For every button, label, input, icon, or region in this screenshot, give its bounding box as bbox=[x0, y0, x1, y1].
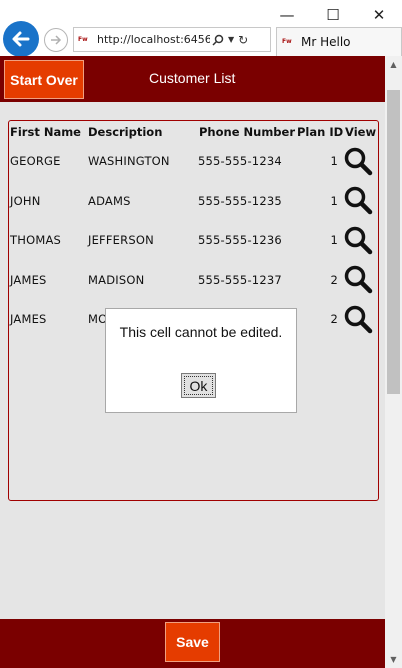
start-over-button[interactable]: Start Over bbox=[4, 60, 84, 99]
app-footer: Save bbox=[0, 619, 385, 668]
column-header-description: Description bbox=[88, 125, 163, 139]
cell-phone[interactable]: 555-555-1236 bbox=[198, 233, 282, 247]
cell-plan-id[interactable]: 2 bbox=[318, 273, 338, 287]
forward-button[interactable] bbox=[44, 28, 68, 52]
ok-button[interactable]: Ok bbox=[181, 373, 216, 398]
scroll-up-icon[interactable]: ▲ bbox=[385, 56, 402, 73]
scroll-down-icon[interactable]: ▼ bbox=[385, 651, 402, 668]
dropdown-icon[interactable]: ▼ bbox=[228, 35, 234, 44]
dialog-message: This cell cannot be edited. bbox=[119, 324, 283, 340]
scrollbar-thumb[interactable] bbox=[387, 90, 400, 394]
refresh-icon[interactable]: ↻ bbox=[238, 33, 248, 47]
tab-mr-hello[interactable]: F​w Mr Hello bbox=[276, 27, 402, 56]
url-text[interactable]: http://localhost:64563/ bbox=[97, 33, 210, 46]
browser-chrome: — ☐ ✕ F​w http://localhost:64563/ ▼ ↻ F​… bbox=[0, 0, 402, 57]
cell-plan-id[interactable]: 1 bbox=[318, 154, 338, 168]
app-header: Start Over Customer List bbox=[0, 56, 385, 102]
vertical-scrollbar[interactable]: ▲ ▼ bbox=[385, 56, 402, 668]
cell-plan-id[interactable]: 1 bbox=[318, 194, 338, 208]
maximize-icon[interactable]: ☐ bbox=[310, 0, 356, 30]
view-search-icon[interactable] bbox=[343, 185, 373, 215]
cell-phone[interactable]: 555-555-1237 bbox=[198, 273, 282, 287]
cell-plan-id[interactable]: 2 bbox=[318, 312, 338, 326]
cell-phone[interactable]: 555-555-1235 bbox=[198, 194, 282, 208]
column-header-view: View bbox=[345, 125, 377, 139]
back-arrow-icon bbox=[12, 31, 30, 47]
cell-description[interactable]: MADISON bbox=[88, 273, 144, 287]
column-header-phone-number: Phone Number bbox=[199, 125, 296, 139]
cell-first-name[interactable]: JAMES bbox=[10, 273, 47, 287]
cell-description[interactable]: ADAMS bbox=[88, 194, 131, 208]
cell-plan-id[interactable]: 1 bbox=[318, 233, 338, 247]
window-controls: — ☐ ✕ bbox=[264, 0, 402, 30]
back-button[interactable] bbox=[3, 21, 39, 57]
cell-first-name[interactable]: JAMES bbox=[10, 312, 47, 326]
column-header-first-name: First Name bbox=[10, 125, 81, 139]
tab-favicon: F​w bbox=[282, 38, 292, 45]
forward-arrow-icon bbox=[51, 35, 62, 45]
cell-first-name[interactable]: THOMAS bbox=[10, 233, 61, 247]
close-icon[interactable]: ✕ bbox=[356, 0, 402, 30]
cell-phone[interactable]: 555-555-1234 bbox=[198, 154, 282, 168]
cell-description[interactable]: WASHINGTON bbox=[88, 154, 170, 168]
cell-first-name[interactable]: JOHN bbox=[10, 194, 41, 208]
view-search-icon[interactable] bbox=[343, 304, 373, 334]
search-icon[interactable] bbox=[212, 34, 224, 46]
cell-description[interactable]: JEFFERSON bbox=[88, 233, 154, 247]
column-header-plan-id: Plan ID bbox=[297, 125, 344, 139]
view-search-icon[interactable] bbox=[343, 225, 373, 255]
site-favicon: F​w bbox=[78, 35, 88, 43]
page-title: Customer List bbox=[149, 70, 236, 86]
view-search-icon[interactable] bbox=[343, 264, 373, 294]
view-search-icon[interactable] bbox=[343, 146, 373, 176]
cell-first-name[interactable]: GEORGE bbox=[10, 154, 61, 168]
save-button[interactable]: Save bbox=[165, 622, 220, 662]
address-bar[interactable]: F​w http://localhost:64563/ ▼ ↻ bbox=[73, 27, 271, 52]
alert-dialog: This cell cannot be edited. Ok bbox=[105, 308, 297, 413]
tab-title: Mr Hello bbox=[301, 35, 351, 49]
minimize-icon[interactable]: — bbox=[264, 0, 310, 30]
